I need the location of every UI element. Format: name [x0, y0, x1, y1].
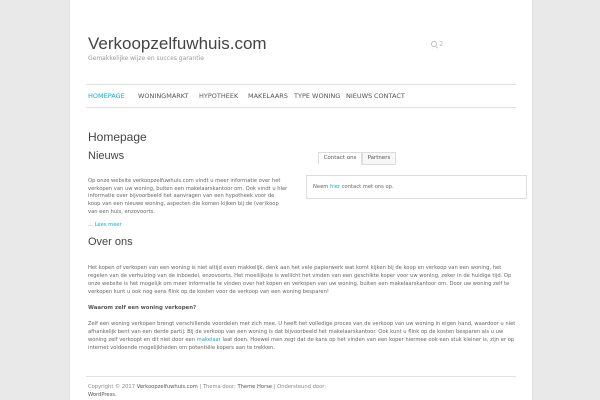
footer-site-link[interactable]: Verkoopzelfuwhuis.com [137, 384, 198, 390]
tab-text-before: Neem [313, 184, 329, 190]
nav-item-woningmarkt[interactable]: WONINGMARKT [138, 92, 189, 100]
site-tagline: Gemakkelijke wijze en succes garantie [88, 55, 204, 62]
footer-theme-link[interactable]: Theme Horse [237, 384, 272, 390]
nav-item-makelaars[interactable]: MAKELAARS [248, 92, 288, 100]
about-heading: Over ons [88, 236, 133, 248]
footer-theme-text: | Thema door: [199, 384, 236, 390]
news-intro: Op onze website verkoopzelfuwhuis.com vi… [88, 178, 288, 215]
nav-item-type-woning[interactable]: TYPE WONING [294, 92, 340, 100]
search-toggle[interactable]: 2 [431, 40, 443, 48]
tab-panel-text: Neem hier contact met ons op. [313, 184, 394, 190]
nav-item-hypotheek[interactable]: HYPOTHEEK [199, 92, 238, 100]
news-heading: Nieuws [88, 150, 125, 162]
read-more: ... Lees meer [88, 222, 122, 228]
nav-item-contact[interactable]: CONTACT [374, 92, 405, 100]
contact-here-link[interactable]: hier [330, 184, 340, 190]
tab-partners[interactable]: Partners [362, 152, 396, 165]
site-title[interactable]: Verkoopzelfuwhuis.com [88, 34, 267, 54]
tab-panel: Neem hier contact met ons op. [306, 175, 527, 199]
site-footer: Copyright © 2017 Verkoopzelfuwhuis.com |… [88, 383, 388, 399]
nav-item-homepage[interactable]: HOMEPAGE [88, 92, 125, 100]
about-paragraph-1: Het kopen of verkopen van een woning is … [88, 265, 512, 295]
page-container: Verkoopzelfuwhuis.com Gemakkelijke wijze… [70, 0, 532, 400]
tab-contact-ons[interactable]: Contact ons [318, 152, 362, 165]
about-paragraph-2: Zelf een woning verkopen brengt verschil… [88, 320, 518, 352]
footer-copyright: Copyright © 2017 [88, 384, 136, 390]
footer-wordpress-link[interactable]: WordPress. [88, 392, 117, 398]
page-title: Homepage [88, 130, 147, 144]
about-subheading: Waarom zelf een woning verkopen? [88, 305, 197, 311]
search-icon [431, 41, 437, 47]
search-count: 2 [439, 40, 444, 48]
makelaar-link[interactable]: makelaar [197, 337, 221, 343]
site-header: Verkoopzelfuwhuis.com Gemakkelijke wijze… [70, 0, 532, 80]
footer-support-text: | Ondersteund door: [273, 384, 327, 390]
tab-text-after: contact met ons op. [341, 184, 394, 190]
read-more-link[interactable]: Lees meer [95, 222, 122, 228]
read-more-prefix: ... [88, 222, 93, 228]
footer-divider [86, 376, 516, 377]
main-navigation: HOMEPAGE WONINGMARKT HYPOTHEEK MAKELAARS… [86, 84, 516, 108]
nav-item-nieuws[interactable]: NIEUWS [346, 92, 372, 100]
